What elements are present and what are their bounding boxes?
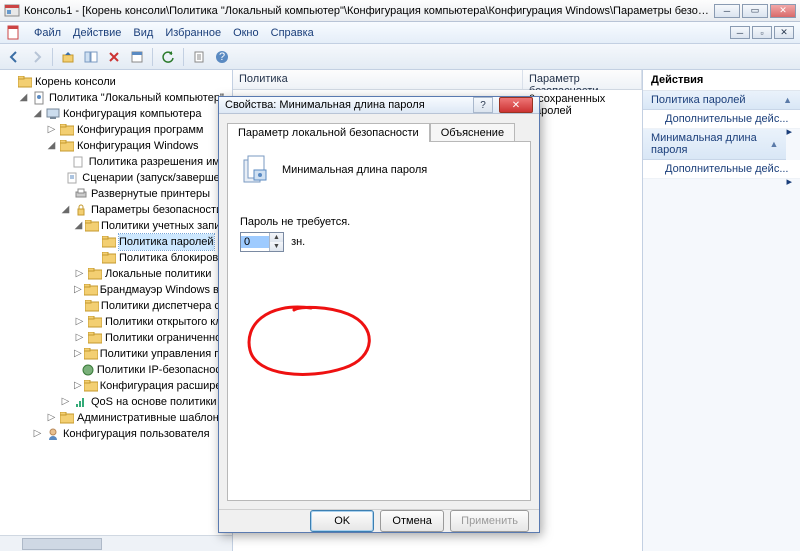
tree-acct-policies[interactable]: ◢Политики учетных записе — [4, 218, 232, 234]
tree-firewall[interactable]: ▷Брандмауэр Windows в ре — [4, 282, 232, 298]
menu-favorites[interactable]: Избранное — [165, 27, 221, 39]
tab-local-sec[interactable]: Параметр локальной безопасности — [227, 123, 430, 142]
tree-hscroll[interactable] — [0, 535, 232, 551]
actions-group-pwd[interactable]: Политика паролей▲ — [643, 91, 800, 110]
doc-icon — [6, 25, 22, 41]
tree-app-ctrl[interactable]: ▷Политики управления при — [4, 346, 232, 362]
tree-name-resolution[interactable]: Политика разрешения имен — [4, 154, 232, 170]
min-length-spinner[interactable]: ▲ ▼ — [240, 232, 284, 252]
properties-button[interactable] — [127, 47, 147, 67]
svg-text:?: ? — [219, 51, 225, 63]
tree-pane: Корень консоли ◢Политика "Локальный комп… — [0, 70, 233, 551]
tree-win-config[interactable]: ◢Конфигурация Windows — [4, 138, 232, 154]
tree-netlist[interactable]: Политики диспетчера спи — [4, 298, 232, 314]
tree-srp[interactable]: ▷Политики ограниченного — [4, 330, 232, 346]
policy-icon — [240, 154, 272, 186]
no-password-label: Пароль не требуется. — [240, 216, 518, 228]
tree-admin-tmpl[interactable]: ▷Административные шаблоны — [4, 410, 232, 426]
tree-local-policies[interactable]: ▷Локальные политики — [4, 266, 232, 282]
properties-dialog: Свойства: Минимальная длина пароля ? ✕ П… — [218, 96, 540, 533]
tab-explanation[interactable]: Объяснение — [430, 123, 515, 142]
menu-file[interactable]: Файл — [34, 27, 61, 39]
mdi-minimize-button[interactable]: ─ — [730, 26, 750, 39]
actions-pane: Действия Политика паролей▲ Дополнительны… — [642, 70, 800, 551]
tree-user-config[interactable]: ▷Конфигурация пользователя — [4, 426, 232, 442]
apply-button[interactable]: Применить — [450, 510, 529, 532]
dialog-title: Свойства: Минимальная длина пароля — [225, 99, 467, 111]
tree-sec-params[interactable]: ◢Параметры безопасности — [4, 202, 232, 218]
separator — [183, 48, 184, 66]
actions-more-2[interactable]: Дополнительные дейс... ▸ — [643, 160, 800, 179]
export-button[interactable] — [189, 47, 209, 67]
dialog-help-button[interactable]: ? — [473, 97, 493, 113]
toolbar: ? — [0, 44, 800, 70]
refresh-button[interactable] — [158, 47, 178, 67]
menu-action[interactable]: Действие — [73, 27, 121, 39]
chevron-up-icon: ▲ — [770, 139, 779, 149]
delete-button[interactable] — [104, 47, 124, 67]
actions-title: Действия — [643, 70, 800, 91]
actions-group-minlen[interactable]: Минимальная длина пароля▲ — [643, 129, 786, 160]
spin-up-button[interactable]: ▲ — [269, 233, 283, 242]
minimize-button[interactable]: ─ — [714, 4, 740, 18]
mdi-close-button[interactable]: ✕ — [774, 26, 794, 39]
window-title: Консоль1 - [Корень консоли\Политика "Лок… — [24, 5, 714, 17]
tree-ipsec[interactable]: Политики IP-безопасности — [4, 362, 232, 378]
menu-help[interactable]: Справка — [271, 27, 314, 39]
menu-view[interactable]: Вид — [133, 27, 153, 39]
show-hide-tree-button[interactable] — [81, 47, 101, 67]
tree-lockout-policy[interactable]: Политика блокировки — [4, 250, 232, 266]
separator — [52, 48, 53, 66]
col-policy[interactable]: Политика — [233, 70, 523, 89]
tree-local-policy[interactable]: ◢Политика "Локальный компьютер" — [4, 90, 232, 106]
tree-soft-config[interactable]: ▷Конфигурация программ — [4, 122, 232, 138]
help-button[interactable]: ? — [212, 47, 232, 67]
min-length-input[interactable] — [241, 236, 269, 248]
unit-label: зн. — [291, 236, 305, 248]
dialog-policy-name: Минимальная длина пароля — [282, 164, 427, 176]
tree-adv-audit[interactable]: ▷Конфигурация расширенн — [4, 378, 232, 394]
actions-more-1[interactable]: Дополнительные дейс... ▸ — [643, 110, 800, 129]
spin-down-button[interactable]: ▼ — [269, 242, 283, 251]
maximize-button[interactable]: ▭ — [742, 4, 768, 18]
tree-pki[interactable]: ▷Политики открытого клю — [4, 314, 232, 330]
back-button[interactable] — [4, 47, 24, 67]
tree-root[interactable]: Корень консоли — [4, 74, 232, 90]
chevron-up-icon: ▲ — [783, 95, 792, 105]
cancel-button[interactable]: Отмена — [380, 510, 444, 532]
main-titlebar: Консоль1 - [Корень консоли\Политика "Лок… — [0, 0, 800, 22]
tree-pwd-policy[interactable]: Политика паролей — [4, 234, 232, 250]
menubar: Файл Действие Вид Избранное Окно Справка… — [0, 22, 800, 44]
col-param[interactable]: Параметр безопасности — [523, 70, 642, 89]
tree-comp-config[interactable]: ◢Конфигурация компьютера — [4, 106, 232, 122]
tree-qos[interactable]: ▷QoS на основе политики — [4, 394, 232, 410]
mmc-icon — [4, 3, 20, 19]
tree-scripts[interactable]: Сценарии (запуск/завершени — [4, 170, 232, 186]
dialog-titlebar[interactable]: Свойства: Минимальная длина пароля ? ✕ — [219, 97, 539, 114]
mdi-restore-button[interactable]: ▫ — [752, 26, 772, 39]
separator — [152, 48, 153, 66]
ok-button[interactable]: OK — [310, 510, 374, 532]
up-button[interactable] — [58, 47, 78, 67]
menu-window[interactable]: Окно — [233, 27, 259, 39]
close-button[interactable]: ✕ — [770, 4, 796, 18]
row-param-label: 0 сохраненных паролей — [529, 93, 636, 117]
tree-printers[interactable]: Развернутые принтеры — [4, 186, 232, 202]
forward-button[interactable] — [27, 47, 47, 67]
dialog-close-button[interactable]: ✕ — [499, 97, 533, 113]
